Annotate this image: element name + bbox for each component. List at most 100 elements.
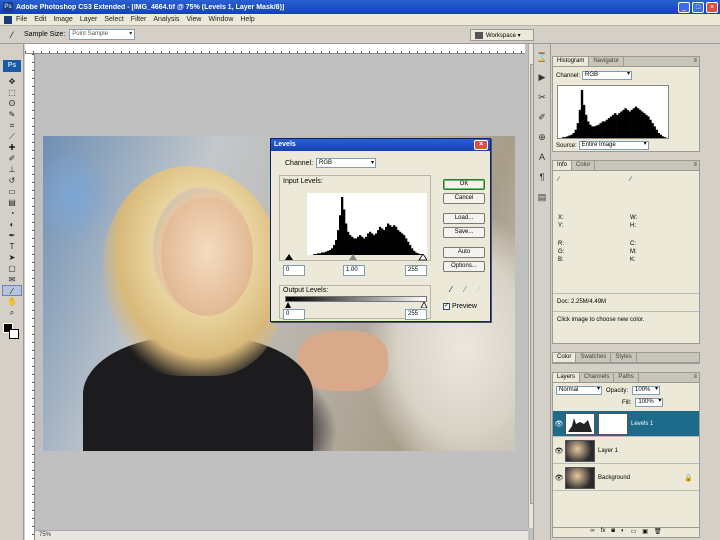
channel-select[interactable]: RGB — [316, 158, 377, 168]
notes-tool-icon[interactable]: ✉ — [2, 274, 22, 285]
eyedropper-icon[interactable]: ⁄ — [6, 29, 18, 41]
layer-name[interactable]: Levels 1 — [631, 421, 653, 427]
menu-window[interactable]: Window — [208, 16, 233, 23]
layer-row-layer1[interactable]: 👁 Layer 1 — [553, 438, 699, 464]
zoom-tool-icon[interactable]: ⌕ — [2, 307, 22, 318]
gray-eyedropper-icon[interactable]: ⁄ — [461, 285, 469, 295]
clone-source-icon[interactable]: ⊕ — [535, 130, 549, 144]
preview-row[interactable]: ✓ Preview — [443, 303, 477, 310]
white-eyedropper-icon[interactable]: ⁄ — [475, 285, 483, 295]
layer-row-levels[interactable]: 👁 Levels 1 — [553, 411, 699, 437]
tab-channels[interactable]: Channels — [580, 373, 615, 382]
levels-titlebar[interactable]: Levels × — [271, 139, 490, 151]
fill-field[interactable]: 100% — [635, 398, 664, 407]
black-eyedropper-icon[interactable]: ⁄ — [447, 285, 455, 295]
pen-tool-icon[interactable]: ✒ — [2, 230, 22, 241]
actions-panel-icon[interactable]: ▶ — [535, 70, 549, 84]
tab-color-2[interactable]: Color — [553, 353, 577, 362]
horizontal-ruler[interactable] — [25, 44, 525, 54]
layer-visibility-eye-icon[interactable]: 👁 — [553, 447, 565, 455]
path-select-tool-icon[interactable]: ➤ — [2, 252, 22, 263]
eyedropper-tool-icon[interactable]: ⁄ — [2, 285, 22, 296]
histogram-source-select[interactable]: Entire Image — [578, 141, 649, 150]
lasso-tool-icon[interactable]: ʘ — [2, 98, 22, 109]
layer-visibility-eye-icon[interactable]: 👁 — [553, 474, 565, 482]
move-tool-icon[interactable]: ✥ — [2, 76, 22, 87]
input-white-slider[interactable] — [418, 254, 427, 261]
output-white-slider[interactable] — [420, 302, 428, 308]
menu-analysis[interactable]: Analysis — [153, 16, 179, 23]
sample-size-select[interactable]: Point Sample — [69, 29, 136, 40]
output-black-field[interactable]: 0 — [283, 309, 305, 320]
tab-color[interactable]: Color — [572, 161, 596, 170]
tab-navigator[interactable]: Navigator — [589, 57, 625, 66]
layer-style-icon[interactable]: fx — [601, 528, 606, 537]
brushes-panel-icon[interactable]: ✐ — [535, 110, 549, 124]
close-button[interactable]: × — [706, 1, 718, 13]
histogram-channel-select[interactable]: RGB — [582, 71, 633, 80]
menu-image[interactable]: Image — [53, 16, 72, 23]
gradient-tool-icon[interactable]: ▤ — [2, 197, 22, 208]
background-color-swatch[interactable] — [9, 329, 19, 339]
info-panel-menu-icon[interactable]: ≡ — [693, 162, 697, 168]
preview-checkbox[interactable]: ✓ — [443, 303, 450, 310]
menu-layer[interactable]: Layer — [80, 16, 98, 23]
window-titlebar[interactable]: Ps Adobe Photoshop CS3 Extended - [IMG_4… — [0, 0, 720, 14]
output-black-slider[interactable] — [285, 302, 291, 308]
menu-filter[interactable]: Filter — [131, 16, 147, 23]
delete-layer-icon[interactable]: 🗑 — [654, 528, 662, 537]
auto-button[interactable]: Auto — [443, 247, 485, 258]
save-button[interactable]: Save... — [443, 227, 485, 238]
layers-panel-menu-icon[interactable]: ≡ — [693, 374, 697, 380]
blur-tool-icon[interactable]: ◔ — [2, 208, 22, 219]
opacity-field[interactable]: 100% — [632, 386, 661, 395]
load-button[interactable]: Load... — [443, 213, 485, 224]
tab-info[interactable]: Info — [553, 161, 573, 170]
marquee-tool-icon[interactable]: ⬚ — [2, 87, 22, 98]
paragraph-panel-icon[interactable]: ¶ — [535, 170, 549, 184]
new-group-icon[interactable]: ▭ — [631, 528, 637, 537]
output-white-field[interactable]: 255 — [405, 309, 427, 320]
tab-swatches[interactable]: Swatches — [576, 353, 612, 362]
tools-preset-icon[interactable]: ✂ — [535, 90, 549, 104]
panel-menu-icon[interactable]: ≡ — [693, 58, 697, 64]
adjustment-layer-icon[interactable]: ◐ — [621, 528, 625, 537]
dodge-tool-icon[interactable]: ◐ — [2, 219, 22, 230]
new-layer-icon[interactable]: ▣ — [642, 528, 648, 537]
input-gamma-field[interactable]: 1.00 — [343, 265, 365, 276]
vertical-ruler[interactable] — [25, 54, 35, 540]
cancel-button[interactable]: Cancel — [443, 193, 485, 204]
menu-view[interactable]: View — [186, 16, 201, 23]
tab-paths[interactable]: Paths — [614, 373, 639, 382]
shape-tool-icon[interactable]: ▢ — [2, 263, 22, 274]
menu-select[interactable]: Select — [104, 16, 123, 23]
tab-styles[interactable]: Styles — [611, 353, 637, 362]
history-panel-icon[interactable]: ⌛ — [535, 50, 549, 64]
layer-visibility-eye-icon[interactable]: 👁 — [553, 420, 565, 428]
layer-row-background[interactable]: 👁 Background 🔒 — [553, 465, 699, 491]
input-slider-track[interactable] — [283, 254, 427, 261]
quick-select-tool-icon[interactable]: ✎ — [2, 109, 22, 120]
menu-edit[interactable]: Edit — [34, 16, 46, 23]
healing-tool-icon[interactable]: ✚ — [2, 142, 22, 153]
link-layers-icon[interactable]: ∞ — [590, 528, 594, 537]
options-button[interactable]: Options... — [443, 261, 485, 272]
levels-close-button[interactable]: × — [474, 140, 488, 150]
brush-tool-icon[interactable]: ✐ — [2, 153, 22, 164]
layer-comps-icon[interactable]: ▤ — [535, 190, 549, 204]
output-slider-track[interactable] — [283, 302, 429, 308]
history-brush-icon[interactable]: ↺ — [2, 175, 22, 186]
input-gamma-slider[interactable] — [349, 254, 357, 260]
workspace-button[interactable]: Workspace ▾ — [470, 29, 534, 41]
tab-histogram[interactable]: Histogram — [553, 57, 590, 66]
blend-mode-select[interactable]: Normal — [556, 386, 602, 395]
minimize-button[interactable]: _ — [678, 1, 690, 13]
character-panel-icon[interactable]: A — [535, 150, 549, 164]
input-white-field[interactable]: 255 — [405, 265, 427, 276]
stamp-tool-icon[interactable]: ⊥ — [2, 164, 22, 175]
add-mask-icon[interactable]: ◙ — [611, 528, 615, 537]
type-tool-icon[interactable]: T — [2, 241, 22, 252]
eraser-tool-icon[interactable]: ▭ — [2, 186, 22, 197]
input-black-field[interactable]: 0 — [283, 265, 305, 276]
tab-layers[interactable]: Layers — [553, 373, 581, 382]
